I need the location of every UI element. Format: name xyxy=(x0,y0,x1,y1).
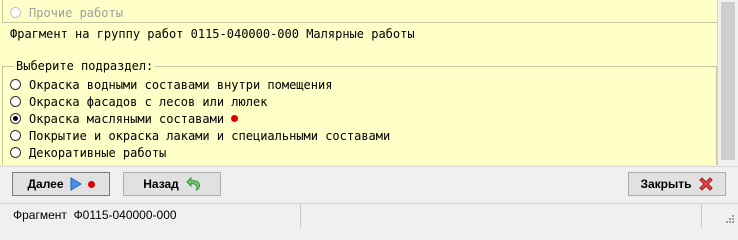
status-bar: Фрагмент Ф0115-040000-000 xyxy=(0,203,738,227)
group-legend: Выберите подраздел: xyxy=(14,58,156,74)
close-button-label: Закрыть xyxy=(640,177,692,191)
radio-button[interactable] xyxy=(10,147,21,158)
status-cell-empty xyxy=(301,204,702,227)
radio-option-oil-based[interactable]: Окраска масляными составами xyxy=(10,110,239,126)
radio-button[interactable] xyxy=(10,7,21,18)
back-button-label: Назад xyxy=(143,177,179,191)
resize-grip-icon[interactable] xyxy=(725,214,735,224)
radio-label: Окраска масляными составами xyxy=(29,111,225,126)
radio-label: Прочие работы xyxy=(29,5,123,20)
red-dot-icon xyxy=(231,115,239,122)
close-button[interactable]: Закрыть xyxy=(628,172,726,196)
close-x-icon xyxy=(698,177,713,191)
radio-label: Окраска фасадов с лесов или люлек xyxy=(29,94,268,109)
play-arrow-icon xyxy=(70,177,82,191)
radio-label: Декоративные работы xyxy=(29,145,167,160)
status-text: Фрагмент Ф0115-040000-000 xyxy=(13,208,177,222)
radio-label: Покрытие и окраска лаками и специальными… xyxy=(29,128,391,143)
radio-button[interactable] xyxy=(10,130,21,141)
next-button-label: Далее xyxy=(27,177,64,191)
radio-button-selected[interactable] xyxy=(10,113,21,124)
radio-option-decorative[interactable]: Декоративные работы xyxy=(10,144,166,160)
radio-option-varnish[interactable]: Покрытие и окраска лаками и специальными… xyxy=(10,127,390,143)
radio-option-other-works[interactable]: Прочие работы xyxy=(10,4,123,20)
radio-option-facades[interactable]: Окраска фасадов с лесов или люлек xyxy=(10,93,267,109)
fragment-heading: Фрагмент на группу работ 0115-040000-000… xyxy=(10,27,415,41)
radio-label: Окраска водными составами внутри помещен… xyxy=(29,77,333,92)
status-cell-fragment: Фрагмент Ф0115-040000-000 xyxy=(0,204,301,227)
back-button[interactable]: Назад xyxy=(123,172,221,196)
red-dot-icon xyxy=(87,180,95,188)
button-bar: Далее Назад Закрыть xyxy=(0,166,738,203)
scrollbar-thumb[interactable] xyxy=(721,2,735,160)
next-button[interactable]: Далее xyxy=(12,172,110,196)
wizard-panel: Прочие работы Фрагмент на группу работ 0… xyxy=(0,0,718,165)
radio-button[interactable] xyxy=(10,79,21,90)
vertical-scrollbar[interactable] xyxy=(718,0,738,165)
undo-arrow-icon xyxy=(186,176,200,191)
radio-button[interactable] xyxy=(10,96,21,107)
radio-option-water-based[interactable]: Окраска водными составами внутри помещен… xyxy=(10,76,332,92)
